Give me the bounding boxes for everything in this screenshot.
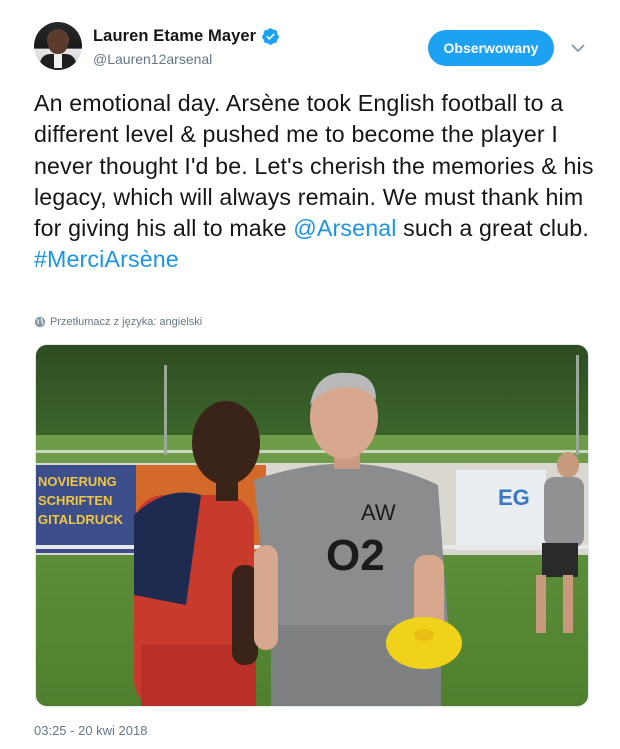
shirt-sponsor: O2: [326, 531, 385, 580]
hashtag-link[interactable]: #MerciArsène: [34, 246, 179, 272]
name-row[interactable]: Lauren Etame Mayer: [93, 27, 280, 46]
banner-text-line: NOVIERUNG: [38, 474, 117, 489]
training-cones: [386, 617, 462, 669]
tweet-timestamp[interactable]: 03:25 - 20 kwi 2018: [34, 723, 147, 738]
verified-badge-icon: [262, 28, 280, 45]
tweet-photo[interactable]: NOVIERUNG SCHRIFTEN GITALDRUCK EG AW O2: [35, 344, 589, 707]
tweet-text: An emotional day. Arsène took English fo…: [34, 88, 594, 276]
globe-icon: [34, 316, 46, 328]
mention-link[interactable]: @Arsenal: [293, 215, 396, 241]
avatar[interactable]: [34, 22, 82, 70]
translate-link[interactable]: Przetłumacz z języka: angielski: [34, 316, 202, 328]
chevron-down-icon[interactable]: [570, 40, 586, 56]
banner-text-line: GITALDRUCK: [38, 512, 124, 527]
photo-illustration: NOVIERUNG SCHRIFTEN GITALDRUCK EG AW O2: [36, 345, 588, 706]
tweet-text-segment: such a great club.: [396, 215, 589, 242]
banner-text-line: SCHRIFTEN: [38, 493, 112, 508]
shirt-initials: AW: [361, 500, 396, 525]
display-name[interactable]: Lauren Etame Mayer: [93, 27, 256, 46]
following-button[interactable]: Obserwowany: [428, 30, 554, 66]
banner-right-text: EG: [498, 485, 530, 510]
user-handle[interactable]: @Lauren12arsenal: [93, 51, 212, 67]
tweet-header: Lauren Etame Mayer @Lauren12arsenal Obse…: [0, 0, 620, 80]
translate-label[interactable]: Przetłumacz z języka: angielski: [50, 316, 202, 328]
